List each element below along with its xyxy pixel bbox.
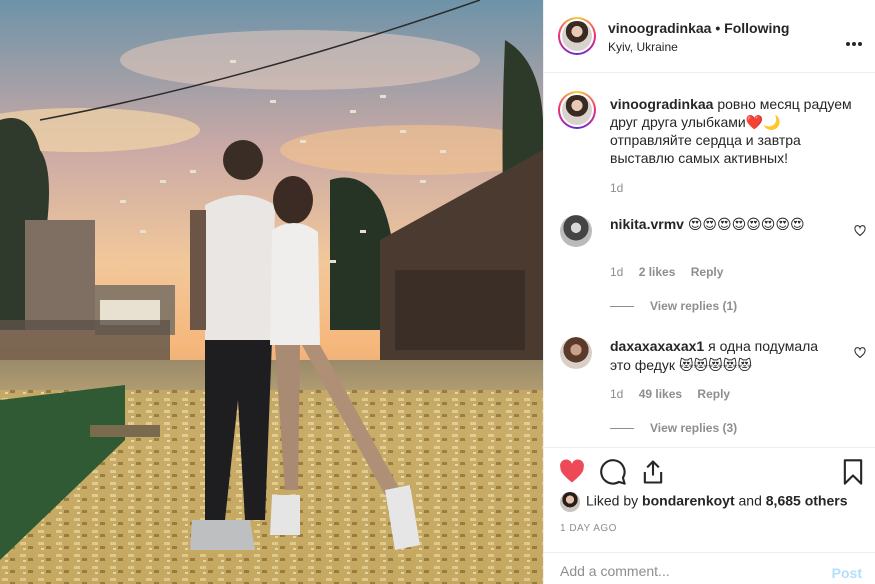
- comment-likes[interactable]: 49 likes: [639, 387, 682, 401]
- comment-meta: 1d 49 likes Reply: [610, 387, 730, 401]
- author-avatar[interactable]: [558, 17, 596, 55]
- comment-like-icon[interactable]: [854, 347, 866, 359]
- header-title-row: vinoogradinkaa • Following: [608, 20, 789, 36]
- caption: vinoogradinkaa ровно месяц радуем друг д…: [610, 95, 864, 167]
- more-horizontal-icon[interactable]: [844, 33, 862, 51]
- liker-username[interactable]: bondarenkoyt: [642, 493, 735, 509]
- post-photo-illustration: [0, 0, 543, 584]
- share-icon[interactable]: [639, 458, 667, 486]
- comment-reply-button[interactable]: Reply: [691, 265, 724, 279]
- view-replies-button[interactable]: View replies (1): [610, 299, 737, 313]
- bookmark-icon[interactable]: [839, 458, 867, 486]
- comment-input[interactable]: [560, 563, 810, 579]
- post-photo[interactable]: [0, 0, 543, 584]
- post-side-panel: vinoogradinkaa • Following Kyiv, Ukraine…: [543, 0, 875, 584]
- view-replies-button[interactable]: View replies (3): [610, 421, 737, 435]
- view-replies-label: View replies (3): [650, 421, 738, 435]
- comment-age[interactable]: 1d: [610, 265, 623, 279]
- add-comment-bar: Post: [544, 552, 875, 584]
- likes-prefix: Liked by: [586, 492, 643, 509]
- comment-avatar[interactable]: [560, 215, 592, 247]
- comment-reply-button[interactable]: Reply: [697, 387, 730, 401]
- comment-item: nikita.vrmv 😍😍😍😍😍😍😍😍: [610, 215, 830, 234]
- heart-filled-icon[interactable]: [558, 458, 586, 486]
- caption-age[interactable]: 1d: [610, 181, 623, 195]
- view-replies-label: View replies (1): [650, 299, 738, 313]
- comment-like-icon[interactable]: [854, 225, 866, 237]
- post-location[interactable]: Kyiv, Ukraine: [608, 40, 678, 54]
- comment-item: daxaxaxaxax1 я одна подумала это федук 😻…: [610, 337, 830, 375]
- post-timestamp[interactable]: 1 DAY AGO: [560, 523, 617, 534]
- header-separator: •: [711, 20, 725, 36]
- action-bar: [544, 447, 875, 495]
- following-button[interactable]: Following: [724, 20, 789, 36]
- comments-list[interactable]: vinoogradinkaa ровно месяц радуем друг д…: [544, 73, 875, 447]
- liker-avatar[interactable]: [560, 492, 580, 512]
- comment-bubble-icon[interactable]: [599, 458, 627, 486]
- caption-avatar[interactable]: [558, 91, 596, 129]
- author-username[interactable]: vinoogradinkaa: [608, 20, 711, 36]
- post-header: vinoogradinkaa • Following Kyiv, Ukraine: [544, 0, 875, 73]
- comment-avatar[interactable]: [560, 337, 592, 369]
- comment-text: 😍😍😍😍😍😍😍😍: [687, 216, 805, 232]
- likes-middle: and: [734, 492, 766, 509]
- comment-age[interactable]: 1d: [610, 387, 623, 401]
- comment-likes[interactable]: 2 likes: [639, 265, 676, 279]
- likes-others[interactable]: 8,685 others: [766, 493, 848, 509]
- comment-meta: 1d 2 likes Reply: [610, 265, 723, 279]
- comment-username[interactable]: daxaxaxaxax1: [610, 338, 704, 354]
- comment-username[interactable]: nikita.vrmv: [610, 216, 684, 232]
- post-comment-button[interactable]: Post: [832, 565, 862, 581]
- likes-summary: Liked by bondarenkoyt and 8,685 others: [560, 492, 847, 512]
- caption-username[interactable]: vinoogradinkaa: [610, 96, 713, 112]
